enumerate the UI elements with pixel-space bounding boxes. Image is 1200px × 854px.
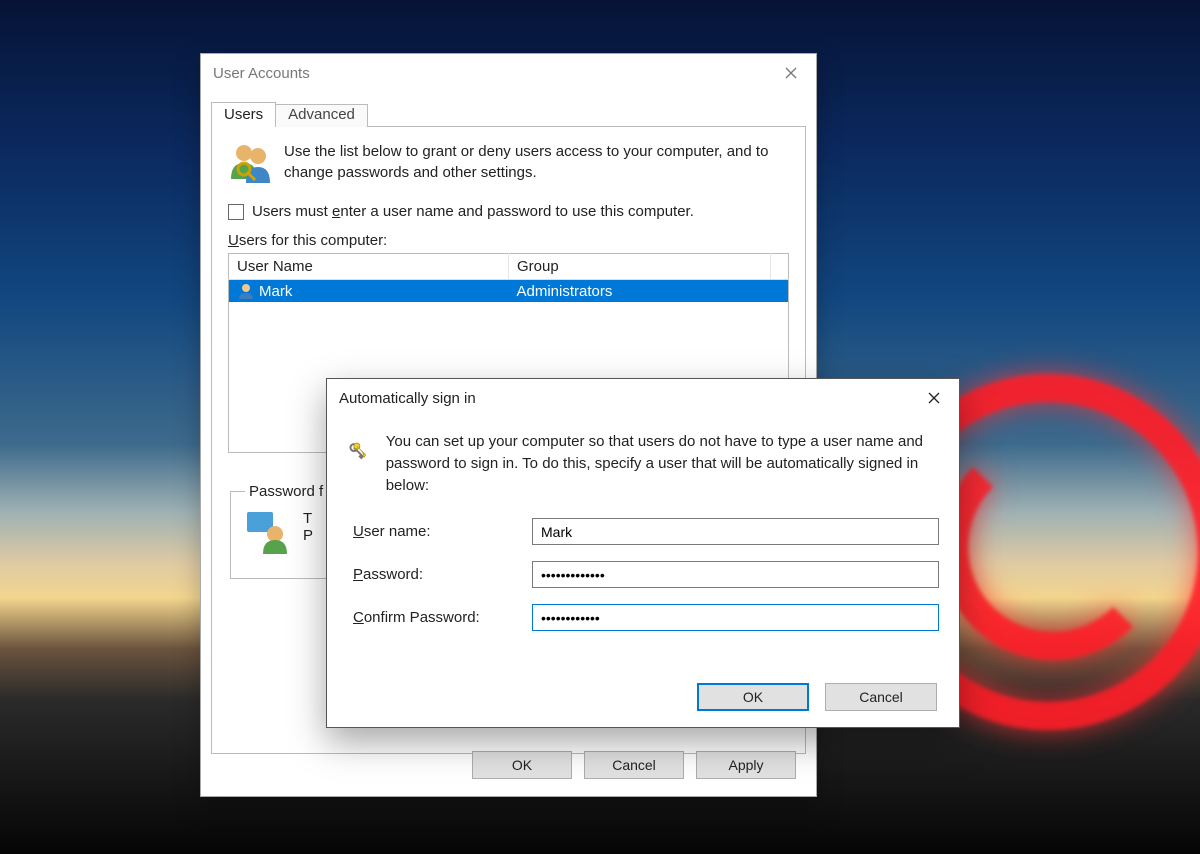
- auto-intro-text: You can set up your computer so that use…: [386, 431, 939, 496]
- auto-signin-buttons: OK Cancel: [697, 683, 937, 711]
- password-box-text: T P: [303, 510, 313, 544]
- dialog-title: Automatically sign in: [339, 390, 909, 407]
- password-legend: Password f: [245, 483, 327, 500]
- ok-button[interactable]: OK: [472, 751, 572, 779]
- column-group[interactable]: Group: [509, 254, 771, 280]
- checkbox-label: Users must enter a user name and passwor…: [252, 203, 694, 220]
- password-input[interactable]: [532, 561, 939, 588]
- titlebar[interactable]: User Accounts: [201, 54, 816, 92]
- apply-button[interactable]: Apply: [696, 751, 796, 779]
- user-row-icon: [237, 282, 255, 300]
- column-username[interactable]: User Name: [229, 254, 509, 280]
- intro-text: Use the list below to grant or deny user…: [284, 141, 789, 183]
- users-list-label: Users for this computer:: [228, 232, 789, 249]
- close-icon[interactable]: [909, 380, 959, 416]
- checkbox-icon[interactable]: [228, 204, 244, 220]
- close-icon[interactable]: [766, 55, 816, 91]
- cancel-button[interactable]: Cancel: [584, 751, 684, 779]
- window-title: User Accounts: [213, 65, 766, 82]
- user-accounts-buttons: OK Cancel Apply: [472, 751, 796, 779]
- username-label: User name:: [347, 523, 532, 540]
- titlebar[interactable]: Automatically sign in: [327, 379, 959, 417]
- user-pw-icon: [245, 510, 291, 556]
- tab-advanced[interactable]: Advanced: [275, 104, 368, 127]
- users-icon: [228, 139, 274, 185]
- table-row[interactable]: Mark Administrators: [229, 280, 789, 303]
- tab-users[interactable]: Users: [211, 102, 276, 127]
- keys-icon: [347, 431, 368, 473]
- auto-signin-dialog: Automatically sign in You can set up you…: [326, 378, 960, 728]
- ok-button[interactable]: OK: [697, 683, 809, 711]
- intro-row: Use the list below to grant or deny user…: [228, 139, 789, 185]
- auto-form: User name: Password: Confirm Password:: [347, 518, 939, 631]
- table-header-row: User Name Group: [229, 254, 789, 280]
- password-label: Password:: [347, 566, 532, 583]
- auto-intro-row: You can set up your computer so that use…: [347, 431, 939, 496]
- require-login-checkbox-row[interactable]: Users must enter a user name and passwor…: [228, 203, 789, 220]
- username-input[interactable]: [532, 518, 939, 545]
- confirm-password-label: Confirm Password:: [347, 609, 532, 626]
- confirm-password-input[interactable]: [532, 604, 939, 631]
- cancel-button[interactable]: Cancel: [825, 683, 937, 711]
